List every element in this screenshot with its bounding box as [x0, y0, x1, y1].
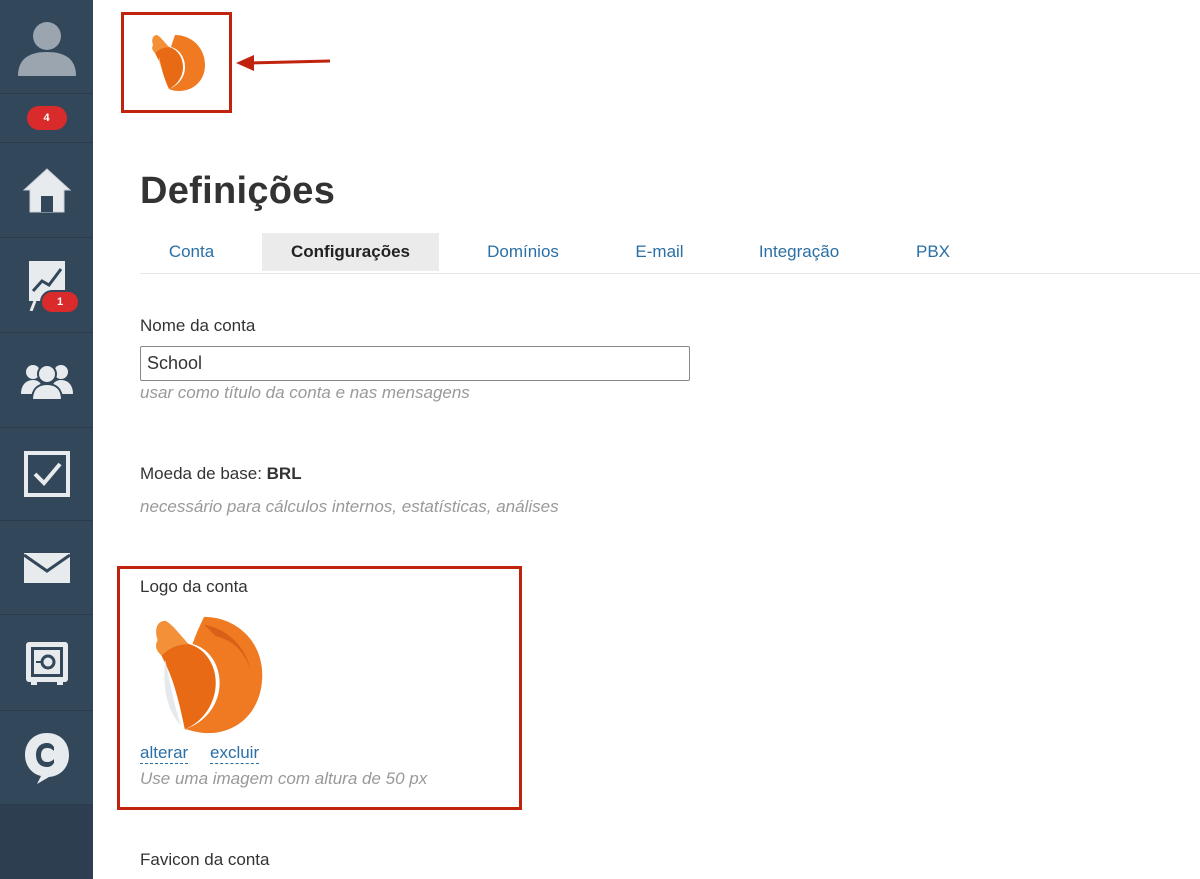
logo-delete-link[interactable]: excluir — [210, 743, 260, 764]
annotation-arrow — [236, 55, 331, 71]
envelope-icon — [22, 552, 71, 583]
home-icon — [22, 168, 71, 213]
sidebar-item-crm[interactable]: 1 — [0, 238, 93, 333]
account-logo-icon — [156, 616, 263, 734]
currency-value: BRL — [266, 464, 302, 483]
tab-conta[interactable]: Conta — [140, 233, 243, 271]
page-title: Definições — [140, 170, 336, 212]
sidebar-item-tasks[interactable] — [0, 428, 93, 521]
sidebar-footer — [0, 805, 93, 879]
crm-badge: 1 — [40, 290, 80, 314]
tab-email[interactable]: E-mail — [608, 233, 711, 271]
notifications-badge-row[interactable]: 4 — [0, 94, 93, 143]
account-name-label: Nome da conta — [140, 316, 256, 335]
currency-hint: necessário para cálculos internos, estat… — [140, 497, 559, 516]
currency-label: Moeda de base: — [140, 464, 262, 483]
currency-row: Moeda de base: BRL — [140, 464, 302, 484]
company-logo-icon[interactable] — [145, 31, 209, 95]
sidebar-item-contacts[interactable] — [0, 333, 93, 428]
sidebar-item-talk[interactable] — [0, 711, 93, 805]
account-name-hint: usar como título da conta e nas mensagen… — [140, 383, 470, 402]
user-avatar[interactable] — [0, 0, 93, 94]
favicon-label: Favicon da conta — [140, 850, 270, 869]
notifications-badge: 4 — [26, 106, 67, 130]
user-avatar-icon — [17, 21, 76, 76]
checkbox-icon — [23, 451, 70, 497]
sidebar: 4 1 — [0, 0, 93, 879]
tab-pbx[interactable]: PBX — [896, 233, 970, 271]
people-icon — [20, 364, 73, 400]
header-logo-highlight — [121, 12, 232, 113]
logo-change-link[interactable]: alterar — [140, 743, 189, 764]
tab-integracao[interactable]: Integração — [730, 233, 868, 271]
tab-dominios[interactable]: Domínios — [460, 233, 586, 271]
tab-configuracoes[interactable]: Configurações — [262, 233, 439, 271]
settings-tabs: Conta Configurações Domínios E-mail Inte… — [140, 233, 1200, 274]
sidebar-item-home[interactable] — [0, 143, 93, 238]
sidebar-item-settings[interactable] — [0, 615, 93, 711]
sidebar-item-mail[interactable] — [0, 521, 93, 615]
safe-settings-icon — [25, 641, 68, 685]
logo-hint: Use uma imagem com altura de 50 px — [140, 769, 428, 788]
chat-bubble-icon — [24, 732, 69, 784]
account-name-input[interactable] — [140, 346, 690, 381]
logo-label: Logo da conta — [140, 577, 248, 596]
